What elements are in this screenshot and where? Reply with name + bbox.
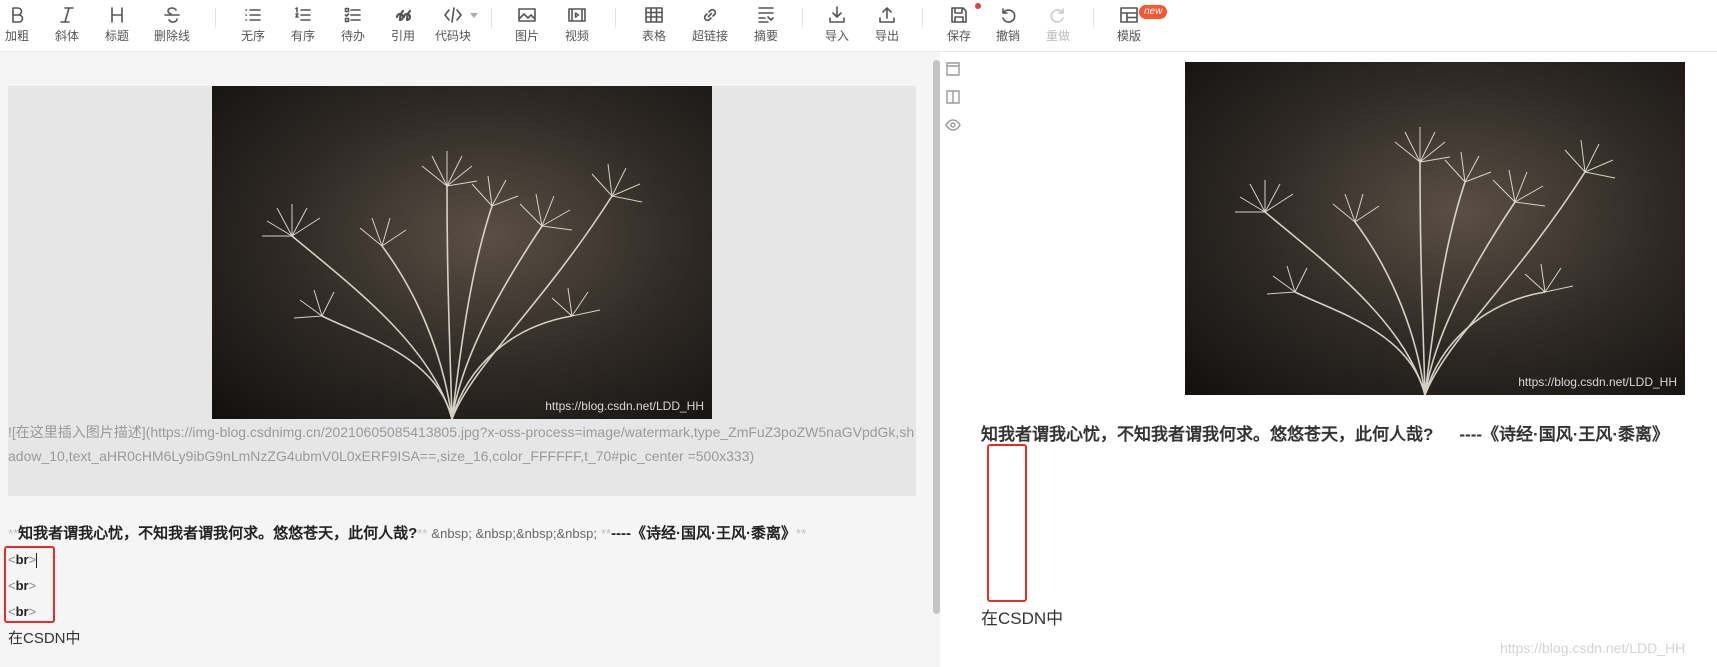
strikethrough-button[interactable]: 删除线 — [152, 4, 192, 48]
save-label: 保存 — [946, 29, 971, 43]
todo-list-button[interactable]: 待办 — [338, 4, 368, 48]
heading-icon — [104, 4, 130, 26]
todo-list-label: 待办 — [340, 29, 365, 43]
table-label: 表格 — [641, 29, 666, 43]
quote-icon — [390, 4, 416, 26]
import-icon — [824, 4, 850, 26]
export-label: 导出 — [874, 29, 899, 43]
bold-button[interactable]: 加粗 — [2, 4, 32, 48]
toolbar-divider — [922, 8, 923, 28]
unordered-list-label: 无序 — [240, 29, 265, 43]
redo-icon — [1045, 4, 1071, 26]
code-block-icon — [440, 4, 466, 26]
italic-button[interactable]: 斜体 — [52, 4, 82, 48]
preview-last-line: 在CSDN中 — [981, 609, 1064, 628]
template-icon — [1116, 4, 1142, 26]
undo-icon — [995, 4, 1021, 26]
preview-image: https://blog.csdn.net/LDD_HH — [1185, 62, 1685, 395]
preview-eye-icon[interactable] — [944, 116, 962, 134]
save-icon — [946, 4, 972, 26]
toolbar-divider — [802, 8, 803, 28]
ordered-list-label: 有序 — [290, 29, 315, 43]
bold-label: 加粗 — [4, 29, 29, 43]
undo-label: 撤销 — [995, 29, 1020, 43]
toolbar-divider — [215, 8, 216, 28]
image-label: 图片 — [514, 29, 539, 43]
import-button[interactable]: 导入 — [822, 4, 852, 48]
italic-icon — [54, 4, 80, 26]
strikethrough-icon — [159, 4, 185, 26]
code-block-label: 代码块 — [434, 29, 471, 43]
strikethrough-label: 删除线 — [153, 29, 190, 43]
link-button[interactable]: 超链接 — [689, 4, 731, 48]
video-button[interactable]: 视频 — [562, 4, 592, 48]
toolbar-divider — [615, 8, 616, 28]
editor-toolbar: 加粗 斜体 标题 删除线 无序 有序 待办 引用 代码块 图片 视频 表格 超链… — [0, 0, 1717, 52]
unordered-list-button[interactable]: 无序 — [238, 4, 268, 48]
toolbar-divider — [491, 8, 492, 28]
heading-label: 标题 — [104, 29, 129, 43]
save-button[interactable]: 保存 — [944, 4, 974, 48]
table-button[interactable]: 表格 — [639, 4, 669, 48]
heading-button[interactable]: 标题 — [102, 4, 132, 48]
redo-button[interactable]: 重做 — [1043, 4, 1073, 48]
code-block-dropdown-icon[interactable] — [470, 13, 478, 18]
template-label: 模版 — [1116, 29, 1141, 43]
summary-button[interactable]: 摘要 — [751, 4, 781, 48]
bold-icon — [4, 4, 30, 26]
code-block-button[interactable]: 代码块 — [433, 4, 473, 48]
ordered-list-icon — [290, 4, 316, 26]
summary-label: 摘要 — [753, 29, 778, 43]
editor-last-line[interactable]: 在CSDN中 — [8, 627, 81, 648]
dried-flower-photo — [1185, 62, 1685, 395]
italic-label: 斜体 — [54, 29, 79, 43]
unordered-list-icon — [240, 4, 266, 26]
summary-icon — [753, 4, 779, 26]
quote-label: 引用 — [390, 29, 415, 43]
image-icon — [514, 4, 540, 26]
image-watermark: https://blog.csdn.net/LDD_HH — [1518, 375, 1677, 389]
unsaved-indicator-dot — [975, 3, 981, 9]
new-badge: new — [1139, 5, 1168, 19]
table-icon — [641, 4, 667, 26]
todo-list-icon — [340, 4, 366, 26]
nbsp-entities: &nbsp; &nbsp;&nbsp;&nbsp; — [431, 526, 597, 541]
dried-flower-photo — [212, 86, 712, 419]
link-label: 超链接 — [691, 29, 728, 43]
image-markdown-source[interactable]: ![在这里插入图片描述](https://img-blog.csdnimg.cn… — [8, 420, 916, 468]
editor-only-icon[interactable] — [944, 60, 962, 78]
preview-highlight-box — [987, 444, 1027, 602]
page-watermark: https://blog.csdn.net/LDD_HH — [1500, 640, 1686, 656]
editor-poem-source: ----《诗经·国风·王风·黍离》 — [611, 525, 797, 542]
undo-button[interactable]: 撤销 — [993, 4, 1023, 48]
ordered-list-button[interactable]: 有序 — [288, 4, 318, 48]
preview-poem-source: ----《诗经·国风·王风·黍离》 — [1459, 425, 1670, 444]
bold-marker: ** — [8, 526, 19, 541]
bold-marker: ** — [600, 526, 612, 541]
preview-poem-text: 知我者谓我心忧，不知我者谓我何求。悠悠苍天，此何人哉? — [981, 425, 1434, 444]
image-watermark: https://blog.csdn.net/LDD_HH — [545, 399, 704, 413]
bold-marker: ** — [796, 526, 807, 541]
editor-poem-text: 知我者谓我心忧，不知我者谓我何求。悠悠苍天，此何人哉? — [18, 525, 418, 542]
editor-image: https://blog.csdn.net/LDD_HH — [212, 86, 712, 419]
editor-poem-line[interactable]: **知我者谓我心忧，不知我者谓我何求。悠悠苍天，此何人哉?** &nbsp; &n… — [8, 522, 928, 546]
video-label: 视频 — [564, 29, 589, 43]
quote-button[interactable]: 引用 — [388, 4, 418, 48]
editor-highlight-box — [4, 546, 55, 623]
editor-scrollbar-thumb[interactable] — [933, 60, 940, 614]
export-button[interactable]: 导出 — [872, 4, 902, 48]
redo-label: 重做 — [1045, 29, 1070, 43]
link-icon — [697, 4, 723, 26]
export-icon — [874, 4, 900, 26]
image-button[interactable]: 图片 — [512, 4, 542, 48]
video-icon — [564, 4, 590, 26]
toolbar-divider — [1093, 8, 1094, 28]
split-view-icon[interactable] — [944, 88, 962, 106]
preview-poem-line: 知我者谓我心忧，不知我者谓我何求。悠悠苍天，此何人哉? ----《诗经·国风·王风… — [981, 420, 1669, 445]
import-label: 导入 — [824, 29, 849, 43]
bold-marker: ** — [417, 526, 428, 541]
